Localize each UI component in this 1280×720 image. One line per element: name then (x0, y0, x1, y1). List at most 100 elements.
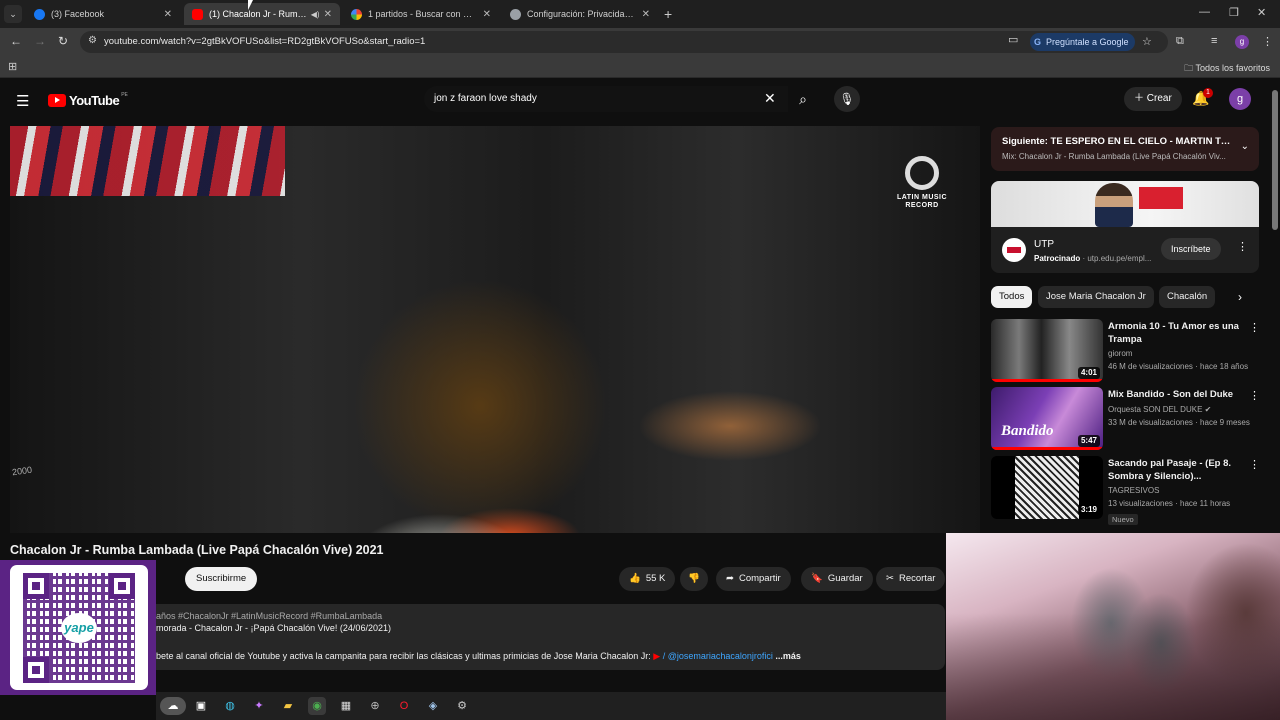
opera-browser-icon[interactable]: O (395, 697, 413, 715)
clip-button[interactable]: ✂ Recortar (876, 567, 946, 591)
browser-profile-avatar[interactable]: g (1235, 35, 1249, 49)
close-tab-icon[interactable]: ✕ (483, 9, 491, 20)
recommendation-item[interactable]: Bandido 5:47 Mix Bandido - Son del Duke … (991, 387, 1261, 451)
all-bookmarks-folder[interactable]: 🗀 Todos los favoritos (1184, 61, 1270, 77)
up-next-playlist-card[interactable]: Siguiente: TE ESPERO EN EL CIELO - MARTI… (991, 127, 1259, 171)
tab-youtube[interactable]: (1) Chacalon Jr - Rumba Lambada ◀) ✕ (184, 3, 340, 25)
ask-google-button[interactable]: G Pregúntale a Google (1030, 33, 1135, 51)
chip-jose-maria-chacalon-jr[interactable]: Jose Maria Chacalon Jr (1038, 286, 1154, 308)
record-disc-icon (905, 156, 939, 190)
close-tab-icon[interactable]: ✕ (642, 9, 650, 20)
page-scrollbar[interactable] (1270, 80, 1280, 535)
thumbs-down-icon: 👎 (688, 573, 700, 584)
watermark-text: LATIN MUSIC RECORD (896, 194, 948, 209)
country-code: PE (121, 92, 128, 98)
video-thumbnail[interactable]: Bandido 5:47 (991, 387, 1103, 450)
more-options-icon[interactable]: ⋮ (1249, 321, 1260, 334)
cast-icon[interactable]: ▭ (1008, 33, 1018, 46)
chip-todos[interactable]: Todos (991, 286, 1033, 308)
new-tab-button[interactable]: + (664, 6, 672, 22)
tab-search-dropdown-icon[interactable]: ⌄ (4, 5, 22, 23)
speaker-icon[interactable]: ◀) (311, 10, 320, 19)
close-window-icon[interactable]: ✕ (1257, 6, 1266, 19)
tab-google-search[interactable]: 1 partidos - Buscar con Google ✕ (343, 3, 499, 25)
clear-search-icon[interactable]: ✕ (764, 90, 776, 107)
recommendation-item[interactable]: 4:01 Armonia 10 - Tu Amor es una Trampa … (991, 319, 1261, 383)
menu-icon[interactable]: ☰ (16, 92, 29, 110)
save-button[interactable]: 🔖 Guardar (801, 567, 873, 591)
like-button[interactable]: 👍 55 K (619, 567, 676, 591)
chrome-browser-icon[interactable]: ◉ (308, 697, 326, 715)
ad-promo-block (1139, 187, 1183, 209)
ad-signup-button[interactable]: Inscríbete (1161, 238, 1221, 260)
watch-progress-bar (991, 447, 1103, 450)
video-thumbnail[interactable]: 4:01 (991, 319, 1103, 382)
recommendation-channel[interactable]: Orquesta SON DEL DUKE ✔ (1108, 405, 1211, 414)
task-view-icon[interactable]: ▣ (192, 697, 210, 715)
share-button[interactable]: ➦ Compartir (716, 567, 791, 591)
weather-widget-icon[interactable]: ☁ (160, 697, 186, 715)
back-arrow-icon[interactable]: ← (10, 34, 22, 48)
youtube-logo[interactable]: YouTube PE (48, 92, 128, 108)
forward-arrow-icon[interactable]: → (34, 34, 46, 48)
copilot-icon[interactable]: ✦ (250, 697, 268, 715)
minimize-icon[interactable]: — (1199, 6, 1210, 18)
url-text[interactable]: youtube.com/watch?v=2gtBkVOFUSo&list=RD2… (104, 36, 425, 47)
chevron-down-icon[interactable]: ⌄ (1241, 141, 1249, 152)
create-button[interactable]: ＋ Crear (1124, 87, 1182, 111)
more-options-icon[interactable]: ⋮ (1237, 240, 1248, 253)
up-next-title: Siguiente: TE ESPERO EN EL CIELO - MARTI… (1002, 136, 1234, 147)
apps-grid-icon[interactable]: ⊞ (8, 60, 17, 73)
chevron-right-icon[interactable]: › (1238, 290, 1242, 304)
tab-label: (1) Chacalon Jr - Rumba Lambada (209, 9, 307, 19)
steam-icon[interactable]: ◈ (424, 697, 442, 715)
search-query[interactable]: jon z faraon love shady (434, 93, 537, 104)
subscribe-button[interactable]: Suscribirme (185, 567, 258, 591)
reload-icon[interactable]: ↻ (58, 34, 68, 48)
search-input[interactable]: jon z faraon love shady ✕ (424, 86, 788, 112)
sponsored-ad-card[interactable]: UTP Patrocinado · utp.edu.pe/empl... Ins… (991, 181, 1259, 273)
more-options-icon[interactable]: ⋮ (1249, 458, 1260, 471)
recommendation-channel[interactable]: TAGRESIVOS (1108, 486, 1159, 495)
video-player[interactable]: LATIN MUSIC RECORD 2000 (10, 126, 980, 533)
bookmark-star-icon[interactable]: ☆ (1142, 35, 1152, 48)
account-avatar[interactable]: g (1229, 88, 1251, 110)
edge-browser-icon[interactable]: ◍ (221, 697, 239, 715)
thumbs-up-icon: 👍 (629, 573, 641, 584)
chip-chacalon[interactable]: Chacalón (1159, 286, 1216, 308)
extensions-icon[interactable]: ⧉ (1176, 35, 1184, 48)
more-options-icon[interactable]: ⋮ (1249, 389, 1260, 402)
search-icon[interactable]: ⌕ (790, 86, 816, 112)
file-explorer-icon[interactable]: ▰ (279, 697, 297, 715)
settings-gear-icon[interactable]: ⚙ (453, 697, 471, 715)
channel-handle-link[interactable]: / @josemariachacalonjrofici (663, 651, 773, 661)
gear-icon (510, 8, 521, 20)
store-icon[interactable]: ▦ (337, 697, 355, 715)
close-tab-icon[interactable]: ✕ (164, 9, 172, 20)
youtube-play-icon (48, 93, 66, 107)
microphone-icon[interactable]: 🎙 (834, 86, 860, 112)
restore-icon[interactable]: ❐ (1229, 6, 1239, 19)
video-thumbnail[interactable]: 3:19 (991, 456, 1103, 519)
share-label: Compartir (738, 573, 781, 584)
ad-sponsored-line: Patrocinado · utp.edu.pe/empl... (1034, 254, 1152, 263)
like-count: 55 K (645, 573, 666, 584)
scrollbar-thumb[interactable] (1272, 90, 1278, 230)
recommendation-item[interactable]: 3:19 Sacando pal Pasaje - (Ep 8. Sombra … (991, 456, 1261, 525)
dislike-button[interactable]: 👎 (680, 567, 708, 591)
close-tab-icon[interactable]: ✕ (324, 9, 332, 20)
media-controls-icon[interactable]: ≡ (1211, 35, 1217, 47)
tab-label: (3) Facebook (51, 9, 105, 19)
recommendation-channel[interactable]: giorom (1108, 349, 1132, 358)
youtube-header: ☰ YouTube PE jon z faraon love shady ✕ ⌕… (0, 80, 1268, 120)
omnibox[interactable]: ⚙ youtube.com/watch?v=2gtBkVOFUSo&list=R… (80, 31, 1168, 53)
youtube-wordmark: YouTube (69, 92, 120, 108)
tab-settings[interactable]: Configuración: Privacidad y seguridad ✕ (502, 3, 658, 25)
qr-finder-icon (23, 657, 49, 683)
clip-label: Recortar (898, 573, 936, 584)
show-more-link[interactable]: ...más (775, 651, 801, 661)
tab-facebook[interactable]: (3) Facebook ✕ (26, 3, 180, 25)
browser-menu-icon[interactable]: ⋮ (1262, 35, 1273, 48)
app-icon[interactable]: ⊕ (366, 697, 384, 715)
site-info-icon[interactable]: ⚙ (88, 35, 97, 46)
